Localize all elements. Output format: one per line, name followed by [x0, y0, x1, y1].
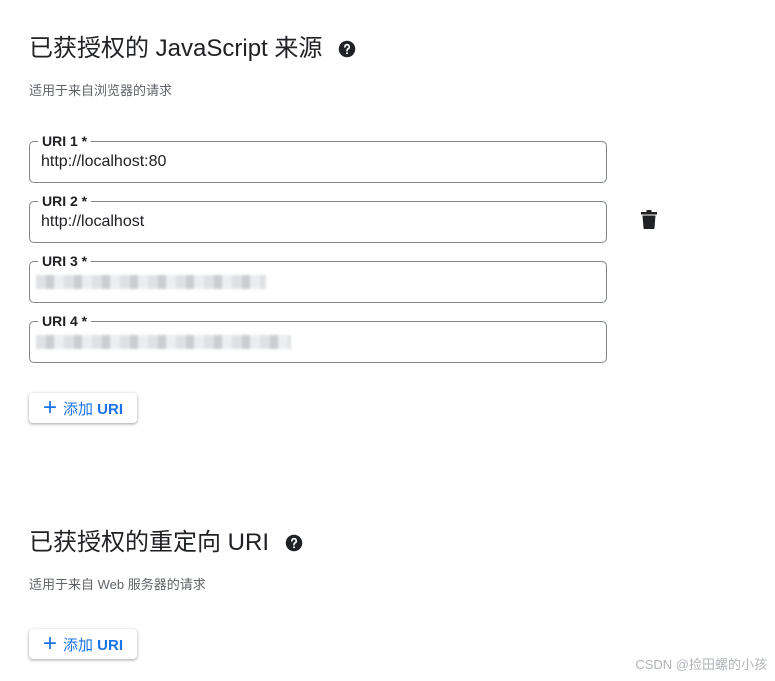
js-origins-title: 已获授权的 JavaScript 来源 [29, 28, 356, 63]
uri-input-2[interactable] [30, 202, 606, 242]
uri-field-4: URI 4 * [29, 312, 607, 363]
help-circle-icon[interactable] [285, 531, 303, 551]
add-uri-label-prefix: 添加 [63, 636, 98, 654]
add-uri-label: 添加 URI [63, 398, 123, 419]
redirect-uris-title-text: 已获授权的重定向 URI [29, 529, 269, 556]
js-origins-title-text: 已获授权的 JavaScript 来源 [29, 35, 323, 62]
plus-icon: + [42, 394, 57, 421]
trash-icon [641, 210, 657, 234]
uri-input-4[interactable] [30, 322, 606, 362]
uri-input-1[interactable] [30, 142, 606, 182]
add-uri-label-prefix: 添加 [63, 400, 98, 418]
uri-field-3: URI 3 * [29, 252, 607, 303]
add-redirect-uri-button[interactable]: + 添加 URI [29, 629, 137, 659]
uri-field-2: URI 2 * [29, 192, 607, 243]
add-uri-label-suffix: URI [97, 400, 124, 418]
uri-input-3[interactable] [30, 262, 606, 302]
help-circle-icon[interactable] [338, 37, 356, 57]
add-js-origin-uri-button[interactable]: + 添加 URI [29, 393, 137, 423]
watermark: CSDN @捡田螺的小孩 [635, 657, 767, 672]
redirect-uris-subtitle: 适用于来自 Web 服务器的请求 [29, 577, 206, 592]
add-uri-label-suffix: URI [97, 636, 124, 654]
js-origins-subtitle: 适用于来自浏览器的请求 [29, 83, 173, 98]
delete-uri-button[interactable] [637, 210, 661, 234]
redirect-uris-title: 已获授权的重定向 URI [29, 522, 303, 557]
uri-field-1: URI 1 * [29, 132, 607, 183]
plus-icon: + [42, 630, 57, 657]
add-uri-label: 添加 URI [63, 634, 123, 655]
